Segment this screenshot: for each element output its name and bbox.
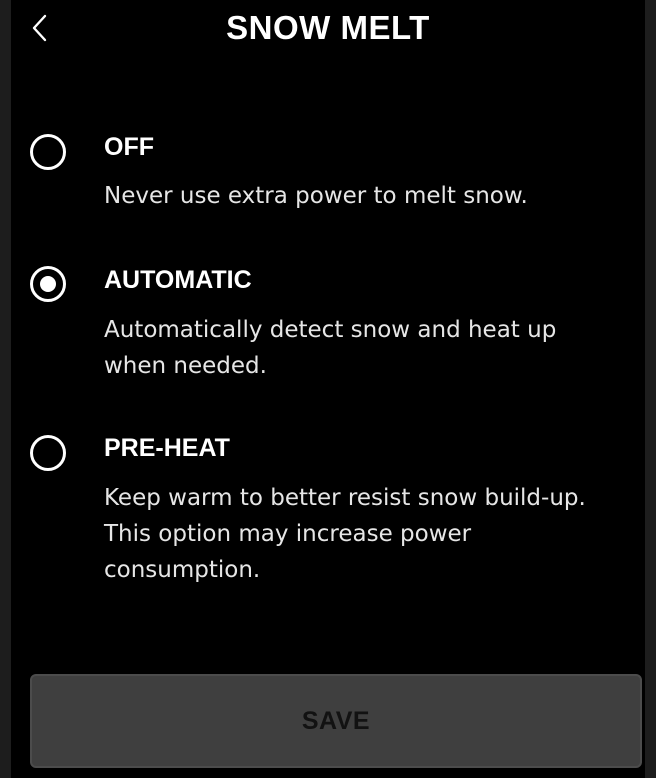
save-button-label: SAVE (301, 706, 371, 735)
option-automatic[interactable]: AUTOMATIC Automatically detect snow and … (0, 260, 656, 390)
option-off-label: OFF (104, 133, 154, 161)
radio-pre-heat[interactable] (30, 435, 66, 471)
option-automatic-label: AUTOMATIC (104, 266, 252, 294)
option-pre-heat-description: Keep warm to better resist snow build-up… (104, 485, 586, 583)
save-button[interactable]: SAVE (30, 674, 642, 768)
snow-melt-screen: SNOW MELT OFF Never use extra power to m… (0, 0, 656, 778)
radio-automatic[interactable] (30, 266, 66, 302)
option-pre-heat-label: PRE-HEAT (104, 434, 230, 462)
option-off-description: Never use extra power to melt snow. (104, 183, 528, 209)
radio-selected-dot (40, 276, 56, 292)
option-pre-heat[interactable]: PRE-HEAT Keep warm to better resist snow… (0, 428, 656, 598)
option-automatic-description: Automatically detect snow and heat up wh… (104, 317, 557, 379)
option-off[interactable]: OFF Never use extra power to melt snow. (0, 126, 656, 216)
page-title: SNOW MELT (226, 9, 430, 46)
radio-off[interactable] (30, 134, 66, 170)
